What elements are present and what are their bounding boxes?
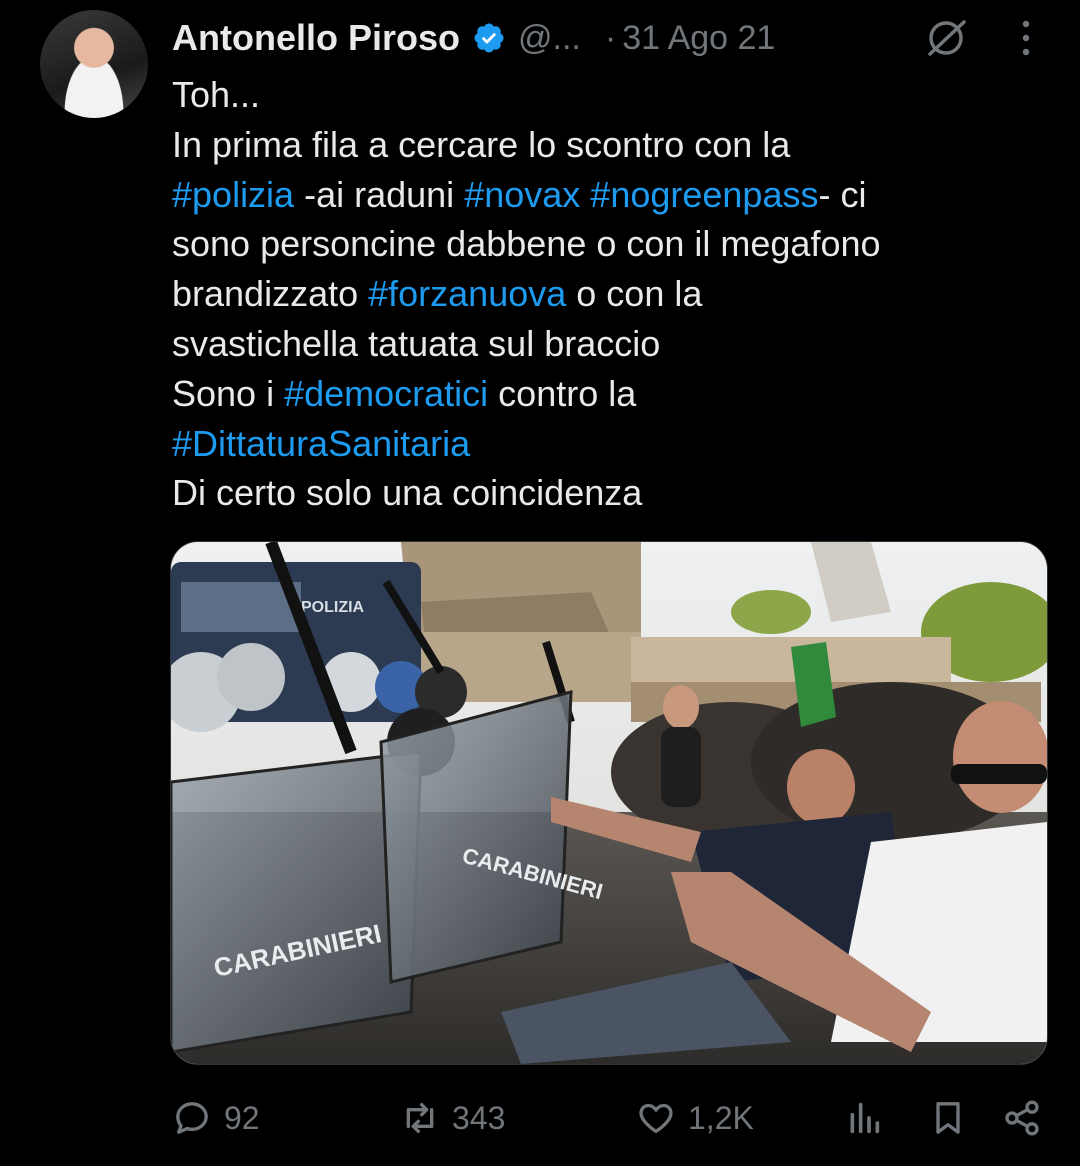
bookmark-button[interactable] [928, 1088, 968, 1148]
verified-badge-icon [474, 23, 504, 53]
heart-icon [639, 1103, 673, 1133]
hashtag-link[interactable]: #democratici [284, 373, 488, 414]
tweet-date[interactable]: 31 Ago 21 [622, 19, 775, 58]
views-button[interactable] [844, 1088, 884, 1148]
hashtag-link[interactable]: #novax [464, 174, 580, 215]
reply-icon [176, 1102, 208, 1134]
retweet-count: 343 [452, 1099, 506, 1136]
tweet-text-segment [580, 174, 590, 215]
tweet-text-segment: Toh... In prima fila a cercare lo scontr… [172, 74, 791, 165]
reply-button[interactable]: 92 [172, 1088, 260, 1148]
like-button[interactable]: 1,2K [636, 1088, 754, 1148]
tweet-header: Antonello Piroso @... · 31 Ago 21 [172, 10, 1040, 66]
grok-icon[interactable] [924, 16, 968, 60]
share-button[interactable] [1002, 1088, 1042, 1148]
reply-count: 92 [224, 1099, 260, 1136]
author-avatar[interactable] [40, 10, 148, 118]
hashtag-link[interactable]: #nogreenpass [590, 174, 818, 215]
header-separator: · [604, 18, 617, 57]
hashtag-link[interactable]: #polizia [172, 174, 294, 215]
hashtag-link[interactable]: #DittaturaSanitaria [172, 423, 470, 464]
bookmark-icon [936, 1102, 960, 1134]
like-count: 1,2K [688, 1099, 754, 1136]
tweet-text-segment: contro la [498, 372, 637, 414]
van-label: POLIZIA [301, 599, 365, 616]
share-icon [1005, 1100, 1039, 1136]
tweet-text: Toh... In prima fila a cercare lo scontr… [172, 70, 1052, 518]
author-handle[interactable]: @... [518, 19, 581, 58]
more-options-icon[interactable] [1020, 16, 1032, 60]
tweet-actions: 92 343 1,2K [172, 1088, 1048, 1148]
hashtag-link[interactable]: #forzanuova [368, 273, 566, 314]
retweet-icon [406, 1103, 434, 1133]
retweet-button[interactable]: 343 [400, 1088, 505, 1148]
views-icon [850, 1102, 880, 1134]
tweet-photo[interactable]: POLIZIA CARABINIERI CARABINIERI [170, 541, 1048, 1065]
tweet-text-segment: -ai raduni [294, 173, 465, 215]
tweet-text-segment: Di certo solo una coincidenza [172, 472, 643, 514]
author-name[interactable]: Antonello Piroso [172, 17, 460, 59]
